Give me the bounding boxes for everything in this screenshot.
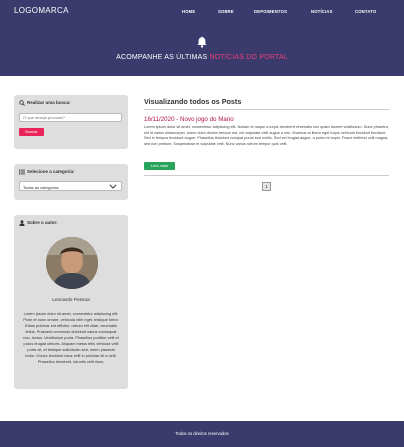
divider xyxy=(144,109,389,110)
author-avatar xyxy=(46,237,98,289)
author-card-heading: Sobre o autor: xyxy=(19,220,58,226)
top-navbar: LOGOMARCA HOME SOBRE DEPOIMENTOS NOTÍCIA… xyxy=(0,0,404,22)
logo[interactable]: LOGOMARCA xyxy=(14,6,69,15)
user-icon xyxy=(19,220,25,226)
nav-item-sobre[interactable]: SOBRE xyxy=(218,9,234,14)
search-button[interactable]: Buscar xyxy=(19,128,44,136)
category-select[interactable]: Todas as categorias xyxy=(19,181,122,191)
pagination-page-1[interactable]: 1 xyxy=(262,182,271,191)
author-name: Leonardo Pessoa xyxy=(52,298,90,303)
footer: Todos os direitos reservados xyxy=(0,421,404,447)
nav-item-contato[interactable]: CONTATO xyxy=(355,9,376,14)
chevron-down-icon xyxy=(109,184,117,189)
search-input[interactable] xyxy=(19,113,122,122)
hero-title: ACOMPANHE AS ÚLTIMAS NOTÍCIAS DO PORTAL xyxy=(0,54,404,61)
hero-title-accent: NOTÍCIAS DO PORTAL xyxy=(209,54,288,61)
hero-title-prefix: ACOMPANHE AS ÚLTIMAS xyxy=(116,54,208,61)
post-excerpt: Lorem ipsum dolor sit amet, consectetur … xyxy=(144,125,389,146)
nav-item-depoimentos[interactable]: DEPOIMENTOS xyxy=(254,9,287,14)
search-card-heading: Realizar uma busca: xyxy=(19,100,71,106)
nav-item-noticias[interactable]: NOTÍCIAS xyxy=(311,9,333,14)
post-title-link[interactable]: 16/11/2020 - Novo jogo do Mario xyxy=(144,116,234,123)
read-more-button[interactable]: Leia mais xyxy=(144,162,175,170)
search-icon xyxy=(19,100,25,106)
nav-item-home[interactable]: HOME xyxy=(182,9,195,14)
hero-banner: ACOMPANHE AS ÚLTIMAS NOTÍCIAS DO PORTAL xyxy=(0,22,404,76)
divider xyxy=(144,175,389,176)
category-card-heading: Selecione a categoria: xyxy=(19,169,75,175)
category-select-value: Todas as categorias xyxy=(23,185,59,190)
search-card-heading-text: Realizar uma busca: xyxy=(27,100,71,106)
footer-text: Todos os direitos reservados xyxy=(175,431,229,436)
author-photo xyxy=(46,237,98,289)
list-icon xyxy=(19,169,25,175)
author-bio: Lorem ipsum dolor sit amet, consectetur … xyxy=(23,311,119,364)
author-card-heading-text: Sobre o autor: xyxy=(27,220,58,226)
author-card: Sobre o autor: Leonardo Pessoa Lorem ips… xyxy=(14,215,128,389)
page-title: Visualizando todos os Posts xyxy=(144,97,242,106)
category-card-heading-text: Selecione a categoria: xyxy=(27,169,75,175)
bell-icon xyxy=(197,36,207,48)
category-card: Selecione a categoria: Todas as categori… xyxy=(14,164,128,200)
search-card: Realizar uma busca: Buscar xyxy=(14,95,128,149)
